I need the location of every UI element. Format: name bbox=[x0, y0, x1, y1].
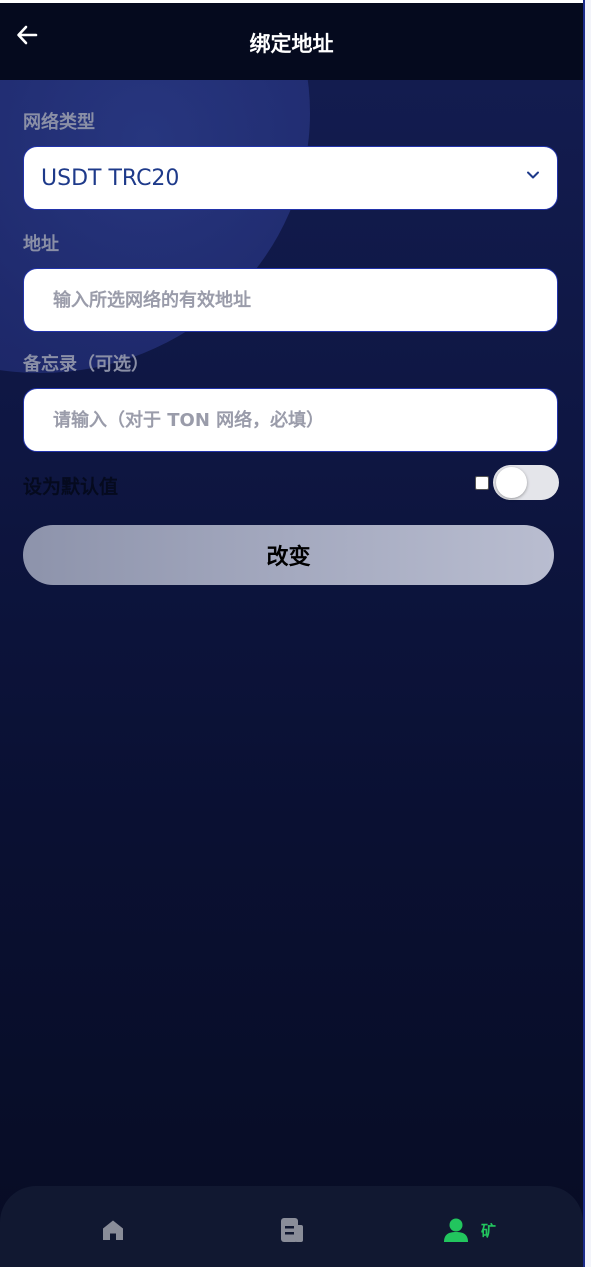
document-icon bbox=[281, 1218, 303, 1242]
window-edge bbox=[583, 0, 591, 1267]
screen: 绑定地址 网络类型 USDT TRC20 地址 备忘录（可选） 设为默认值 改变 bbox=[0, 3, 583, 1267]
header: 绑定地址 bbox=[0, 3, 583, 80]
memo-label: 备忘录（可选） bbox=[23, 354, 149, 375]
address-input[interactable] bbox=[24, 269, 557, 331]
user-icon bbox=[444, 1218, 468, 1242]
tab-home[interactable] bbox=[101, 1216, 125, 1244]
network-type-label: 网络类型 bbox=[23, 112, 95, 133]
toggle-knob bbox=[496, 467, 527, 498]
address-label: 地址 bbox=[23, 234, 59, 255]
home-icon bbox=[103, 1220, 123, 1240]
memo-input[interactable] bbox=[24, 389, 557, 451]
address-field-wrapper bbox=[23, 268, 558, 332]
change-button[interactable]: 改变 bbox=[23, 525, 554, 585]
set-default-label: 设为默认值 bbox=[23, 476, 119, 498]
tab-mine[interactable]: 矿 bbox=[443, 1216, 496, 1244]
network-select[interactable]: USDT TRC20 bbox=[23, 146, 558, 210]
tab-mine-label: 矿 bbox=[481, 1221, 497, 1240]
set-default-checkbox[interactable] bbox=[475, 476, 489, 490]
back-arrow-icon[interactable] bbox=[14, 21, 42, 49]
change-button-label: 改变 bbox=[266, 545, 311, 570]
tab-documents[interactable] bbox=[280, 1216, 304, 1244]
set-default-toggle[interactable] bbox=[493, 465, 559, 500]
chevron-down-icon bbox=[527, 171, 539, 179]
page-title: 绑定地址 bbox=[249, 31, 334, 56]
network-select-value: USDT TRC20 bbox=[41, 165, 180, 191]
memo-field-wrapper bbox=[23, 388, 558, 452]
bottom-tab-bar: 矿 bbox=[0, 1186, 583, 1267]
